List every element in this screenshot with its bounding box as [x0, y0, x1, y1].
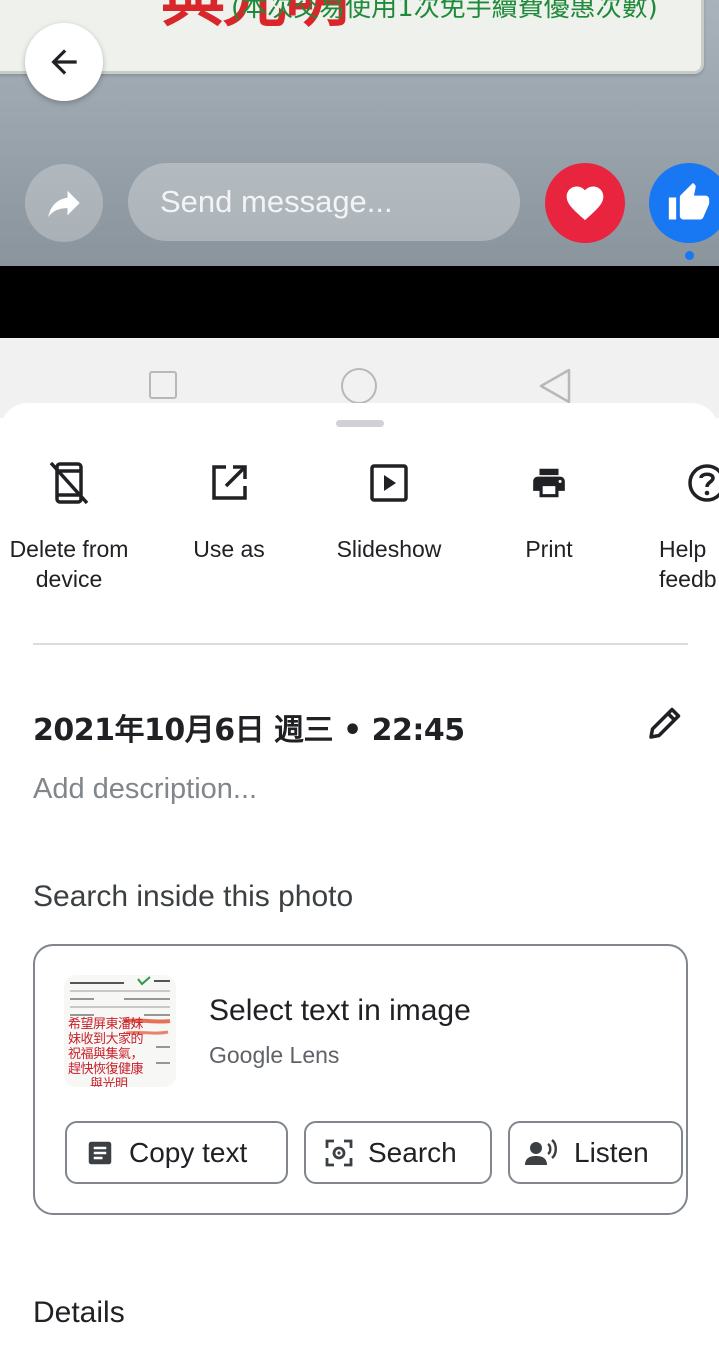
heart-reaction-button[interactable]	[545, 163, 625, 243]
drag-handle[interactable]	[336, 420, 384, 427]
thumbnail-line: 祝福與集氣，	[68, 1047, 144, 1062]
nav-back-icon[interactable]	[538, 368, 572, 404]
play-icon	[370, 464, 408, 502]
thumbnail-line: 希望屏東潘妹	[68, 1017, 144, 1032]
arrow-left-icon	[51, 49, 77, 75]
description-input[interactable]	[33, 769, 633, 809]
action-label-line2: device	[35, 566, 103, 592]
listen-button[interactable]: Listen	[508, 1121, 683, 1184]
lens-subtitle: Google Lens	[209, 1042, 340, 1068]
use-as-button[interactable]: Use as	[149, 458, 309, 564]
thumbnail-line: 與光明	[90, 1077, 128, 1087]
lens-title[interactable]: Select text in image	[209, 994, 471, 1028]
printer-icon	[533, 468, 565, 498]
black-strip	[0, 266, 719, 338]
photo-datetime: 2021年10月6日 週三 • 22:45	[33, 713, 465, 748]
search-inside-heading: Search inside this photo	[33, 880, 354, 913]
slideshow-button[interactable]: Slideshow	[309, 458, 469, 564]
lens-scan-icon	[325, 1139, 353, 1166]
phone-off-icon	[49, 461, 89, 505]
thumbs-up-icon	[668, 182, 710, 220]
home-button[interactable]	[341, 368, 377, 404]
recents-button[interactable]	[149, 371, 177, 399]
copy-text-button[interactable]: Copy text	[65, 1121, 288, 1184]
lens-search-button[interactable]: Search	[304, 1121, 492, 1184]
thumbnail-text: 希望屏東潘妹 妹收到大家的 祝福與集氣， 趕快恢復健康 與光明	[68, 1017, 144, 1087]
help-feedback-button[interactable]: Help feedb	[629, 458, 719, 594]
message-input[interactable]	[128, 163, 520, 241]
back-button[interactable]	[25, 23, 103, 101]
lens-card: 希望屏東潘妹 妹收到大家的 祝福與集氣， 趕快恢復健康 與光明 Select t…	[33, 944, 688, 1215]
action-label: Delete from	[9, 536, 129, 562]
listen-label: Listen	[574, 1136, 649, 1168]
like-button[interactable]	[649, 163, 719, 243]
help-icon	[688, 464, 719, 502]
photo-viewer: 與光明 (本次交易使用1次免手續費優惠次數)	[0, 0, 719, 266]
document-icon	[88, 1141, 112, 1164]
photo-info-sheet: Delete from device Use as Slideshow Prin…	[0, 403, 719, 1367]
speaker-person-icon	[525, 1138, 557, 1165]
receipt-image: 與光明 (本次交易使用1次免手續費優惠次數)	[0, 0, 704, 74]
pencil-icon	[649, 707, 681, 739]
action-label: Use as	[193, 536, 265, 562]
divider	[33, 643, 688, 645]
print-button[interactable]: Print	[469, 458, 629, 564]
search-label: Search	[368, 1136, 457, 1168]
action-label: Help	[659, 536, 707, 562]
copy-text-label: Copy text	[129, 1136, 248, 1168]
action-label-line2: feedb	[659, 566, 717, 592]
lens-thumbnail[interactable]: 希望屏東潘妹 妹收到大家的 祝福與集氣， 趕快恢復健康 與光明	[64, 975, 176, 1087]
open-external-icon	[212, 465, 247, 500]
details-heading: Details	[33, 1296, 125, 1329]
share-arrow-icon	[48, 190, 80, 217]
thumbnail-line: 妹收到大家的	[68, 1032, 144, 1047]
action-label: Print	[525, 536, 573, 562]
receipt-note: (本次交易使用1次免手續費優惠次數)	[231, 0, 658, 23]
action-label: Slideshow	[336, 536, 442, 562]
heart-icon	[566, 186, 604, 221]
thumbnail-line: 趕快恢復健康	[68, 1062, 144, 1077]
active-indicator-dot	[685, 251, 694, 260]
edit-datetime-button[interactable]	[640, 699, 690, 747]
delete-from-device-button[interactable]: Delete from device	[0, 458, 149, 594]
share-button[interactable]	[25, 164, 103, 242]
